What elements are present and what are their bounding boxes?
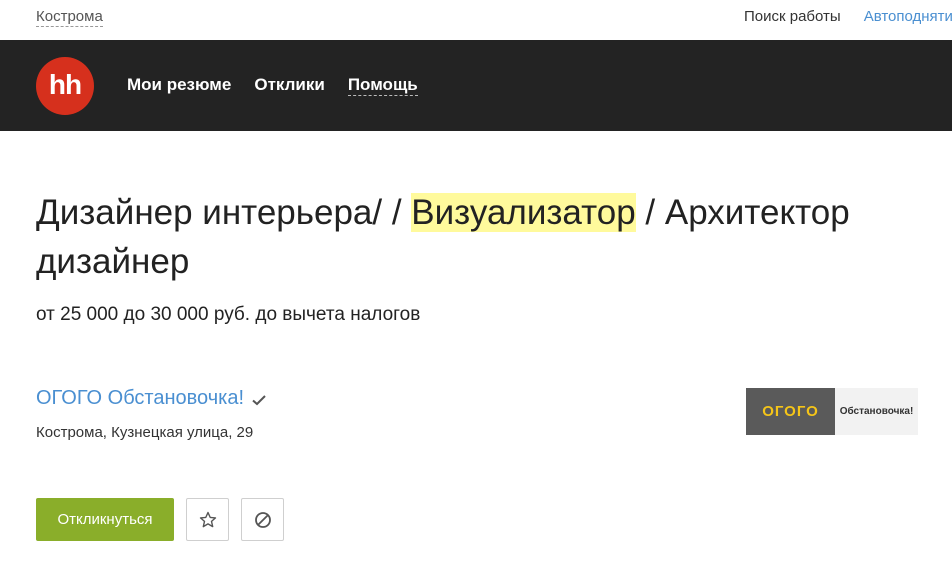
- hh-logo[interactable]: hh: [36, 57, 94, 115]
- company-logo[interactable]: ОГОГО Обстановочка!: [746, 388, 918, 435]
- company-address: Кострома, Кузнецкая улица, 29: [36, 424, 254, 441]
- main-navbar: hh Мои резюме Отклики Помощь: [0, 40, 952, 131]
- search-jobs-link[interactable]: Поиск работы: [744, 8, 841, 26]
- nav-links: Мои резюме Отклики Помощь: [127, 75, 418, 96]
- vacancy-title: Дизайнер интерьера/ / Визуализатор / Арх…: [36, 188, 916, 286]
- star-icon: [199, 511, 216, 527]
- city-selector-link[interactable]: Кострома: [36, 8, 103, 27]
- hide-vacancy-button[interactable]: [241, 498, 284, 541]
- company-link[interactable]: ОГОГО Обстановочка!: [36, 385, 268, 411]
- vacancy-title-part1: Дизайнер интерьера/ /: [36, 193, 412, 232]
- company-logo-left: ОГОГО: [746, 388, 835, 435]
- vacancy-title-highlight: Визуализатор: [411, 193, 636, 232]
- company-logo-mark: ОГОГО: [762, 403, 819, 420]
- vacancy-salary: от 25 000 до 30 000 руб. до вычета налог…: [36, 304, 421, 325]
- nav-item-responses[interactable]: Отклики: [254, 75, 324, 96]
- company-name[interactable]: ОГОГО Обстановочка!: [36, 385, 244, 411]
- company-logo-wordmark: Обстановочка!: [839, 406, 914, 417]
- company-logo-right: Обстановочка!: [835, 388, 918, 435]
- logo-text: hh: [48, 69, 82, 100]
- respond-button[interactable]: Откликнуться: [36, 498, 174, 541]
- auto-raise-link[interactable]: Автоподнятие: [864, 8, 952, 26]
- top-right-links: Поиск работы Автоподнятие: [744, 8, 952, 26]
- favorite-button[interactable]: [186, 498, 229, 541]
- block-icon: [254, 511, 271, 528]
- nav-item-my-resumes[interactable]: Мои резюме: [127, 75, 231, 96]
- nav-item-help[interactable]: Помощь: [347, 75, 418, 96]
- top-bar: Кострома Поиск работы Автоподнятие: [0, 0, 952, 40]
- verified-check-icon: [252, 395, 266, 406]
